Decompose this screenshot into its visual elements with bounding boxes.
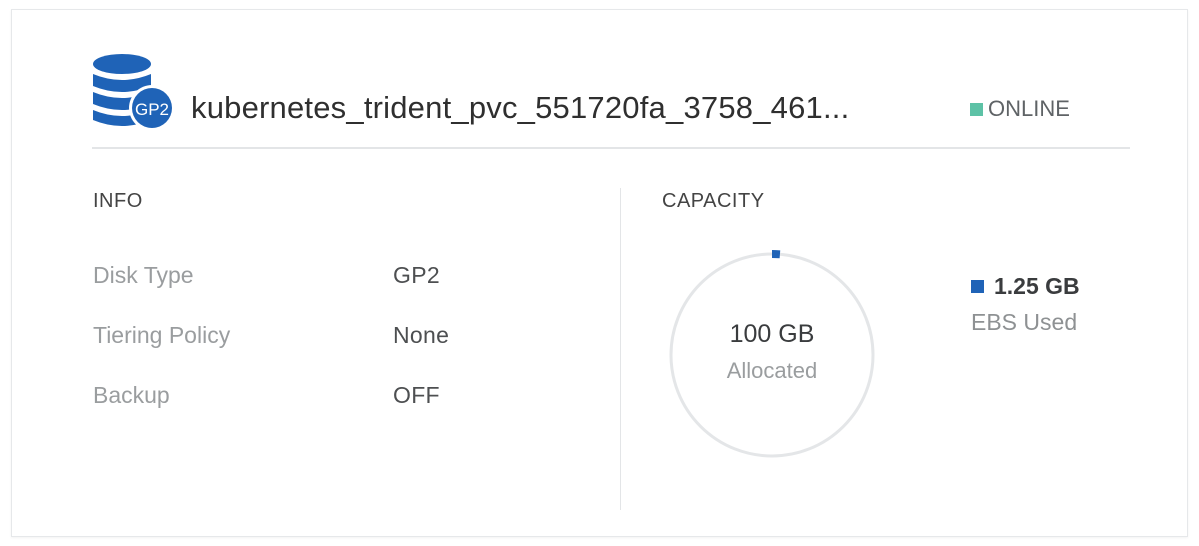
info-label: Backup: [93, 382, 170, 408]
used-legend-swatch: [971, 280, 984, 293]
info-value: OFF: [393, 382, 440, 408]
used-label: EBS Used: [971, 309, 1078, 335]
info-row-disk-type: Disk Type GP2: [93, 262, 493, 296]
info-value: GP2: [393, 262, 440, 288]
info-label: Tiering Policy: [93, 322, 231, 348]
database-icon-label: GP2: [135, 100, 169, 119]
volume-header: GP2 kubernetes_trident_pvc_551720fa_3758…: [92, 50, 1130, 149]
used-value: 1.25 GB: [994, 273, 1080, 299]
volume-card: GP2 kubernetes_trident_pvc_551720fa_3758…: [11, 9, 1188, 537]
capacity-section-title: CAPACITY: [662, 190, 765, 212]
allocated-label: Allocated: [726, 358, 818, 383]
database-gp2-icon: GP2: [93, 54, 175, 131]
volume-name[interactable]: kubernetes_trident_pvc_551720fa_3758_461…: [191, 90, 849, 126]
capacity-legend: 1.25 GB EBS Used: [971, 273, 1080, 336]
status-indicator: ONLINE: [970, 96, 1070, 122]
info-section-title: INFO: [93, 190, 143, 212]
donut-center-label: 100 GB Allocated: [664, 320, 880, 384]
info-row-backup: Backup OFF: [93, 382, 493, 416]
status-label: ONLINE: [988, 96, 1070, 121]
section-divider: [620, 188, 621, 510]
info-row-tiering-policy: Tiering Policy None: [93, 322, 493, 356]
status-dot: [970, 102, 983, 116]
info-label: Disk Type: [93, 262, 194, 288]
info-value: None: [393, 322, 450, 348]
allocated-value: 100 GB: [729, 320, 815, 348]
